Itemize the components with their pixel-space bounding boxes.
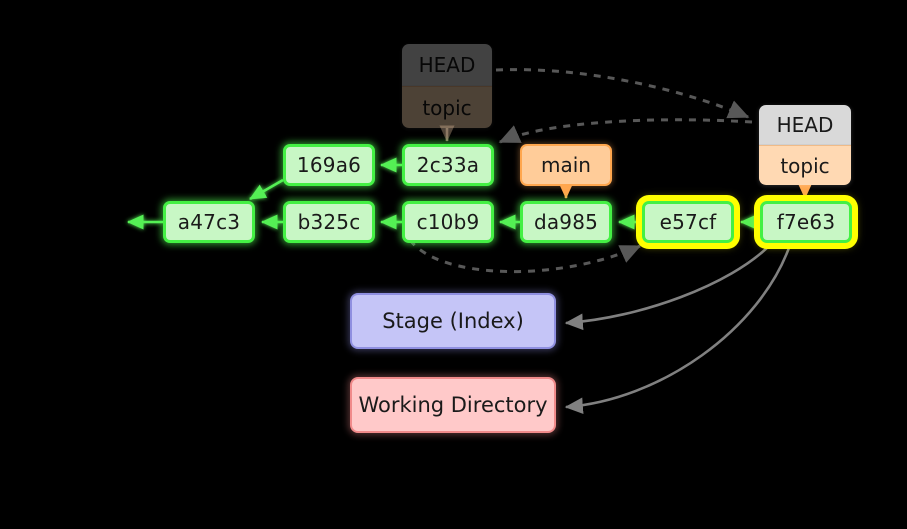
commit-label: 169a6 <box>296 153 362 177</box>
stage-index-label: Stage (Index) <box>382 309 524 333</box>
commit-node-2c33a[interactable]: 2c33a <box>402 144 494 186</box>
head-label-previous: HEAD <box>402 44 492 86</box>
commit-node-da985[interactable]: da985 <box>520 201 612 243</box>
commit-node-c10b9[interactable]: c10b9 <box>402 201 494 243</box>
commit-node-169a6[interactable]: 169a6 <box>283 144 375 186</box>
branch-label: main <box>541 153 591 177</box>
arrow-to-stage <box>564 244 771 331</box>
arrow-to-working-directory <box>564 244 792 415</box>
commit-label: b325c <box>297 210 361 234</box>
action-edges <box>564 244 792 415</box>
topic-ref-label-current: topic <box>759 145 851 185</box>
commit-label: 2c33a <box>416 153 480 177</box>
checkout-lower-arc <box>408 239 642 274</box>
commit-label: a47c3 <box>177 210 241 234</box>
head-move-arc <box>495 68 750 119</box>
branch-node-main[interactable]: main <box>520 144 612 186</box>
working-directory-label: Working Directory <box>358 393 548 417</box>
topic-prev-arc <box>498 118 753 144</box>
working-directory-box[interactable]: Working Directory <box>350 377 556 433</box>
commit-node-a47c3[interactable]: a47c3 <box>163 201 255 243</box>
head-box-current[interactable]: HEAD topic <box>759 105 851 185</box>
commit-node-e57cf[interactable]: e57cf <box>642 201 734 243</box>
ref-edges <box>558 182 813 200</box>
stage-index-box[interactable]: Stage (Index) <box>350 293 556 349</box>
head-label-current: HEAD <box>759 105 851 145</box>
commit-node-f7e63[interactable]: f7e63 <box>760 201 852 243</box>
commit-label: da985 <box>533 210 599 234</box>
diagram-canvas: a47c3 b325c c10b9 da985 e57cf f7e63 169a… <box>0 0 907 529</box>
commit-node-b325c[interactable]: b325c <box>283 201 375 243</box>
commit-label: e57cf <box>659 210 717 234</box>
topic-ref-label-previous: topic <box>402 86 492 128</box>
commit-label: f7e63 <box>776 210 836 234</box>
head-box-previous: HEAD topic <box>402 44 492 128</box>
commit-label: c10b9 <box>416 210 480 234</box>
